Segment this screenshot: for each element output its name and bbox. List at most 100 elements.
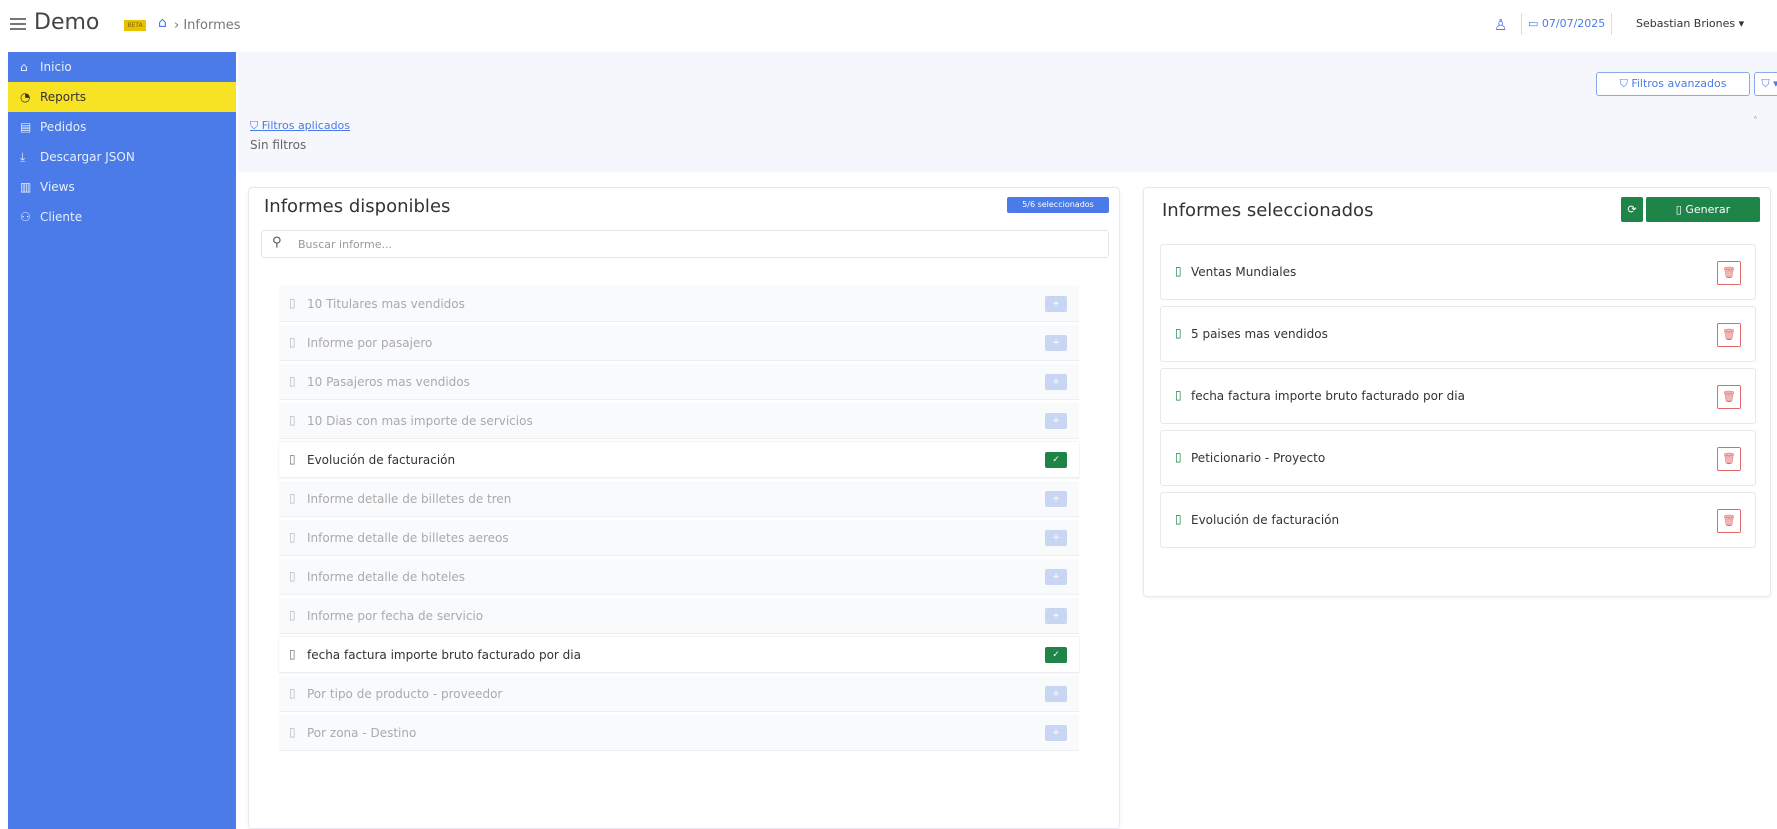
generate-label: Generar [1685, 203, 1731, 216]
report-label: 10 Dias con mas importe de servicios [307, 414, 533, 428]
trash-icon[interactable]: 🗑 [1717, 447, 1741, 471]
generate-button[interactable]: ▯ Generar [1646, 197, 1760, 222]
download-icon: ⤓ [20, 150, 26, 164]
list-item[interactable]: ▯ Evolución de facturación ✓ [279, 442, 1079, 478]
applied-filters-label: Filtros aplicados [261, 119, 351, 132]
sidebar-item-cliente[interactable]: ⚇ Cliente [8, 202, 236, 232]
applied-filters-link[interactable]: ⛉ Filtros aplicados [250, 119, 350, 133]
user-icon: ⚇ [20, 210, 31, 224]
list-item[interactable]: ▯ Por tipo de producto - proveedor + [279, 676, 1079, 712]
refresh-icon: ⟳ [1627, 203, 1637, 216]
selected-report-label: Ventas Mundiales [1191, 265, 1297, 279]
selected-report-item: ▯ Peticionario - Proyecto 🗑 [1160, 430, 1756, 486]
sidebar-item-label: Pedidos [40, 120, 87, 134]
search-input[interactable] [298, 234, 1078, 254]
sidebar-item-reports[interactable]: ◔ Reports [8, 82, 236, 112]
home-icon: ⌂ [20, 60, 28, 74]
add-report-checkbox[interactable]: + [1045, 530, 1067, 546]
selected-report-label: fecha factura importe bruto facturado po… [1191, 389, 1465, 403]
breadcrumb-current: Informes [183, 18, 241, 33]
selected-check-icon[interactable]: ✓ [1045, 647, 1067, 663]
selected-reports-title: Informes seleccionados [1162, 200, 1374, 221]
list-item[interactable]: ▯ Informe por pasajero + [279, 325, 1079, 361]
available-reports-title: Informes disponibles [264, 196, 451, 217]
document-icon: ▯ [289, 569, 296, 583]
no-filters-text: Sin filtros [250, 138, 307, 152]
sidebar-item-label: Views [40, 180, 75, 194]
report-label: Por zona - Destino [307, 726, 417, 740]
date-text: 07/07/2025 [1541, 17, 1606, 30]
list-item[interactable]: ▯ Por zona - Destino + [279, 715, 1079, 751]
add-report-checkbox[interactable]: + [1045, 296, 1067, 312]
trash-icon[interactable]: 🗑 [1717, 323, 1741, 347]
collapse-icon[interactable]: ˄ [1753, 116, 1758, 127]
top-header: Demo BETA ⌂ › Informes ♙ ▭ 07/07/2025 Se… [0, 0, 1777, 52]
add-report-checkbox[interactable]: + [1045, 686, 1067, 702]
sidebar-item-inicio[interactable]: ⌂ Inicio [8, 52, 236, 82]
add-report-checkbox[interactable]: + [1045, 335, 1067, 351]
home-icon[interactable]: ⌂ [158, 15, 167, 31]
add-report-checkbox[interactable]: + [1045, 374, 1067, 390]
document-icon: ▯ [1175, 326, 1182, 340]
filter-dropdown-button[interactable]: ⛉ ▾ [1754, 72, 1777, 96]
selected-report-item: ▯ Evolución de facturación 🗑 [1160, 492, 1756, 548]
selected-report-item: ▯ Ventas Mundiales 🗑 [1160, 244, 1756, 300]
report-label: Por tipo de producto - proveedor [307, 687, 503, 701]
selected-count-badge: 5/6 seleccionados [1007, 197, 1109, 213]
document-icon: ▯ [289, 374, 296, 388]
list-item[interactable]: ▯ 10 Dias con mas importe de servicios + [279, 403, 1079, 439]
list-item[interactable]: ▯ Informe detalle de billetes aereos + [279, 520, 1079, 556]
add-report-checkbox[interactable]: + [1045, 569, 1067, 585]
report-label: Evolución de facturación [307, 453, 456, 467]
trash-icon[interactable]: 🗑 [1717, 509, 1741, 533]
selected-report-label: Evolución de facturación [1191, 513, 1340, 527]
sidebar-item-views[interactable]: ▥ Views [8, 172, 236, 202]
report-label: 10 Titulares mas vendidos [307, 297, 465, 311]
document-icon: ▯ [289, 452, 296, 466]
user-menu[interactable]: Sebastian Briones ▾ [1636, 17, 1744, 30]
date-display[interactable]: ▭ 07/07/2025 [1521, 13, 1613, 35]
sidebar-item-pedidos[interactable]: ▤ Pedidos [8, 112, 236, 142]
document-icon: ▯ [289, 491, 296, 505]
report-label: Informe detalle de billetes de tren [307, 492, 512, 506]
add-report-checkbox[interactable]: + [1045, 491, 1067, 507]
add-report-checkbox[interactable]: + [1045, 725, 1067, 741]
report-search: ⚲ [261, 230, 1109, 258]
list-item[interactable]: ▯ 10 Titulares mas vendidos + [279, 286, 1079, 322]
sidebar-item-label: Cliente [40, 210, 83, 224]
sidebar-item-label: Inicio [40, 60, 72, 74]
document-icon: ▯ [289, 608, 296, 622]
document-icon: ▯ [1175, 388, 1182, 402]
list-item[interactable]: ▯ Informe detalle de billetes de tren + [279, 481, 1079, 517]
list-item[interactable]: ▯ 10 Pasajeros mas vendidos + [279, 364, 1079, 400]
selected-check-icon[interactable]: ✓ [1045, 452, 1067, 468]
selected-report-item: ▯ 5 paises mas vendidos 🗑 [1160, 306, 1756, 362]
document-icon: ▯ [289, 296, 296, 310]
document-icon: ▯ [1175, 512, 1182, 526]
add-report-checkbox[interactable]: + [1045, 608, 1067, 624]
document-icon: ▯ [1175, 264, 1182, 278]
trash-icon[interactable]: 🗑 [1717, 385, 1741, 409]
list-item[interactable]: ▯ Informe por fecha de servicio + [279, 598, 1079, 634]
report-label: fecha factura importe bruto facturado po… [307, 648, 581, 662]
list-item[interactable]: ▯ fecha factura importe bruto facturado … [279, 637, 1079, 673]
trash-icon[interactable]: 🗑 [1717, 261, 1741, 285]
chart-icon: ▥ [20, 180, 32, 194]
chevron-down-icon: ▾ [1773, 77, 1777, 90]
advanced-filters-button[interactable]: ⛉ Filtros avanzados [1596, 72, 1750, 96]
advanced-filters-label: Filtros avanzados [1631, 77, 1727, 90]
sidebar-item-descargar-json[interactable]: ⤓ Descargar JSON [8, 142, 236, 172]
report-label: Informe por fecha de servicio [307, 609, 484, 623]
report-label: 10 Pasajeros mas vendidos [307, 375, 470, 389]
person-icon[interactable]: ♙ [1494, 16, 1507, 34]
report-label: Informe detalle de billetes aereos [307, 531, 509, 545]
list-item[interactable]: ▯ Informe detalle de hoteles + [279, 559, 1079, 595]
brand-name[interactable]: Demo [34, 10, 99, 35]
selected-reports-card: Informes seleccionados ⟳ ▯ Generar ▯ Ven… [1143, 187, 1771, 597]
selected-report-label: 5 paises mas vendidos [1191, 327, 1328, 341]
document-icon: ▤ [20, 120, 32, 134]
menu-icon[interactable] [10, 15, 26, 31]
add-report-checkbox[interactable]: + [1045, 413, 1067, 429]
sidebar-item-label: Descargar JSON [40, 150, 135, 164]
refresh-button[interactable]: ⟳ [1621, 197, 1643, 222]
